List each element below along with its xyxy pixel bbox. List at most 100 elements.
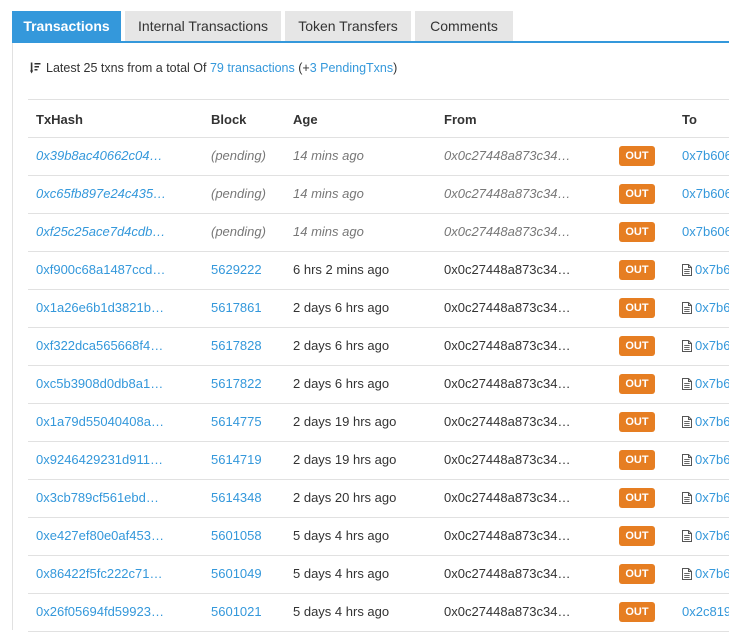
txhash-link[interactable]: 0x39b8ac40662c04… xyxy=(36,148,186,163)
block-link[interactable]: 5614719 xyxy=(211,452,286,467)
to-address-link[interactable]: 0x7b6 xyxy=(695,414,729,429)
from-address: 0x0c27448a873c34… xyxy=(444,528,571,543)
to-address-cell[interactable]: 0x7b6 xyxy=(682,338,729,355)
from-address: 0x0c27448a873c34… xyxy=(444,262,571,277)
row-divider xyxy=(28,289,729,290)
txhash-link[interactable]: 0xc65fb897e24c435… xyxy=(36,186,186,201)
txhash-link[interactable]: 0x3cb789cf561ebd… xyxy=(36,490,186,505)
to-address-cell[interactable]: 0x7b606 xyxy=(682,186,729,201)
from-address: 0x0c27448a873c34… xyxy=(444,490,571,505)
to-address-link[interactable]: 0x7b606 xyxy=(682,148,729,163)
txhash-link[interactable]: 0x86422f5fc222c71… xyxy=(36,566,186,581)
age-text: 5 days 4 hrs ago xyxy=(293,566,390,581)
tab-comments[interactable]: Comments xyxy=(415,11,513,41)
age-text: 2 days 20 hrs ago xyxy=(293,490,397,505)
to-address-link[interactable]: 0x7b606 xyxy=(682,186,729,201)
out-direction-badge: OUT xyxy=(619,298,655,318)
row-divider xyxy=(28,593,729,594)
txhash-link[interactable]: 0xf25c25ace7d4cdb… xyxy=(36,224,186,239)
from-address: 0x0c27448a873c34… xyxy=(444,186,571,201)
block-link: (pending) xyxy=(211,148,266,163)
to-address-link[interactable]: 0x7b6 xyxy=(695,566,729,581)
txhash-link[interactable]: 0x1a26e6b1d3821b… xyxy=(36,300,186,315)
document-icon xyxy=(682,454,692,469)
age-text: 2 days 19 hrs ago xyxy=(293,452,397,467)
block-link[interactable]: 5614775 xyxy=(211,414,286,429)
block-link[interactable]: 5617822 xyxy=(211,376,286,391)
document-icon xyxy=(682,378,692,393)
out-direction-badge: OUT xyxy=(619,146,655,166)
from-address: 0x0c27448a873c34… xyxy=(444,376,571,391)
to-address-cell[interactable]: 0x7b6 xyxy=(682,300,729,317)
out-direction-badge: OUT xyxy=(619,450,655,470)
from-address: 0x0c27448a873c34… xyxy=(444,148,571,163)
to-address-cell[interactable]: 0x7b6 xyxy=(682,452,729,469)
block-link[interactable]: 5601049 xyxy=(211,566,286,581)
age-text: 5 days 4 hrs ago xyxy=(293,604,390,619)
age-text: 2 days 6 hrs ago xyxy=(293,300,390,315)
to-address-link[interactable]: 0x7b6 xyxy=(695,300,729,315)
txhash-link[interactable]: 0x26f05694fd59923… xyxy=(36,604,186,619)
document-icon xyxy=(682,568,692,583)
document-icon xyxy=(682,264,692,279)
to-address-link[interactable]: 0x7b6 xyxy=(695,528,729,543)
out-direction-badge: OUT xyxy=(619,260,655,280)
out-direction-badge: OUT xyxy=(619,374,655,394)
to-address-cell[interactable]: 0x7b6 xyxy=(682,262,729,279)
to-address-link[interactable]: 0x7b6 xyxy=(695,262,729,277)
to-address-link[interactable]: 0x7b606 xyxy=(682,224,729,239)
row-divider xyxy=(28,441,729,442)
row-divider xyxy=(28,517,729,518)
block-link[interactable]: 5617828 xyxy=(211,338,286,353)
column-header-from: From xyxy=(444,112,477,127)
block-link[interactable]: 5601058 xyxy=(211,528,286,543)
pending-open: (+ xyxy=(298,61,310,75)
block-link: (pending) xyxy=(211,186,266,201)
age-text: 2 days 6 hrs ago xyxy=(293,376,390,391)
txhash-link[interactable]: 0xf900c68a1487ccd… xyxy=(36,262,186,277)
txhash-link[interactable]: 0xc5b3908d0db8a1… xyxy=(36,376,186,391)
tab-internal-transactions[interactable]: Internal Transactions xyxy=(125,11,281,41)
to-address-cell[interactable]: 0x7b6 xyxy=(682,566,729,583)
to-address-link[interactable]: 0x2c819 xyxy=(682,604,729,619)
to-address-cell[interactable]: 0x7b6 xyxy=(682,528,729,545)
header-top-divider xyxy=(28,99,729,100)
block-link[interactable]: 5629222 xyxy=(211,262,286,277)
sort-descending-icon xyxy=(30,62,41,77)
tab-token-transfers[interactable]: Token Transfers xyxy=(285,11,411,41)
block-link[interactable]: 5614348 xyxy=(211,490,286,505)
block-link[interactable]: 5601021 xyxy=(211,604,286,619)
tab-transactions[interactable]: Transactions xyxy=(12,11,121,41)
age-text: 6 hrs 2 mins ago xyxy=(293,262,390,277)
header-bottom-divider xyxy=(28,137,729,138)
total-transactions-link[interactable]: 79 transactions xyxy=(210,61,295,75)
txhash-link[interactable]: 0x9246429231d911… xyxy=(36,452,186,467)
to-address-link[interactable]: 0x7b6 xyxy=(695,338,729,353)
row-divider xyxy=(28,403,729,404)
txhash-link[interactable]: 0xf322dca565668f4… xyxy=(36,338,186,353)
to-address-cell[interactable]: 0x7b606 xyxy=(682,224,729,239)
txhash-link[interactable]: 0xe427ef80e0af453… xyxy=(36,528,186,543)
out-direction-badge: OUT xyxy=(619,602,655,622)
row-divider xyxy=(28,327,729,328)
out-direction-badge: OUT xyxy=(619,336,655,356)
summary-text: Latest 25 txns from a total Of xyxy=(46,61,207,75)
to-address-link[interactable]: 0x7b6 xyxy=(695,376,729,391)
out-direction-badge: OUT xyxy=(619,184,655,204)
pending-txns-link[interactable]: 3 PendingTxns xyxy=(310,61,393,75)
to-address-cell[interactable]: 0x2c819 xyxy=(682,604,729,619)
to-address-cell[interactable]: 0x7b606 xyxy=(682,148,729,163)
to-address-cell[interactable]: 0x7b6 xyxy=(682,490,729,507)
column-header-age: Age xyxy=(293,112,318,127)
to-address-cell[interactable]: 0x7b6 xyxy=(682,414,729,431)
to-address-cell[interactable]: 0x7b6 xyxy=(682,376,729,393)
age-text: 14 mins ago xyxy=(293,224,364,239)
out-direction-badge: OUT xyxy=(619,564,655,584)
txhash-link[interactable]: 0x1a79d55040408a… xyxy=(36,414,186,429)
block-link: (pending) xyxy=(211,224,266,239)
to-address-link[interactable]: 0x7b6 xyxy=(695,452,729,467)
row-divider xyxy=(28,175,729,176)
age-text: 2 days 19 hrs ago xyxy=(293,414,397,429)
to-address-link[interactable]: 0x7b6 xyxy=(695,490,729,505)
block-link[interactable]: 5617861 xyxy=(211,300,286,315)
